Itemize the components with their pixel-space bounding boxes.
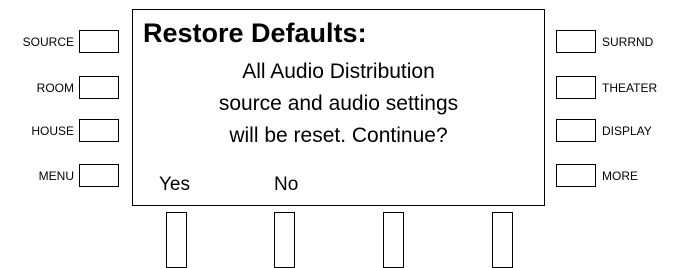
menu-button[interactable] <box>79 164 119 187</box>
source-label: SOURCE <box>22 35 74 49</box>
theater-label: THEATER <box>602 81 658 95</box>
softkey-no-label: No <box>274 174 299 195</box>
room-label: ROOM <box>36 81 74 95</box>
message-line-2: source and audio settings <box>218 92 459 115</box>
menu-label: MENU <box>38 169 74 183</box>
display-label: DISPLAY <box>602 124 652 138</box>
more-label: MORE <box>602 169 638 183</box>
softkey-2-button[interactable] <box>274 212 295 268</box>
source-button[interactable] <box>79 30 119 53</box>
display-button[interactable] <box>556 119 596 142</box>
more-button[interactable] <box>556 164 596 187</box>
softkey-4-button[interactable] <box>492 212 513 268</box>
house-label: HOUSE <box>31 124 74 138</box>
house-button[interactable] <box>79 119 119 142</box>
surrnd-label: SURRND <box>602 35 654 49</box>
screen-title: Restore Defaults: <box>143 18 367 48</box>
softkey-3-button[interactable] <box>383 212 404 268</box>
lcd-screen: Restore Defaults: All Audio Distribution… <box>132 9 545 206</box>
room-button[interactable] <box>79 76 119 99</box>
softkey-1-button[interactable] <box>166 212 187 268</box>
message-line-1: All Audio Distribution <box>242 60 435 83</box>
message-line-3: will be reset. Continue? <box>229 124 448 147</box>
surrnd-button[interactable] <box>556 30 596 53</box>
softkey-yes-label: Yes <box>159 174 190 195</box>
theater-button[interactable] <box>556 76 596 99</box>
